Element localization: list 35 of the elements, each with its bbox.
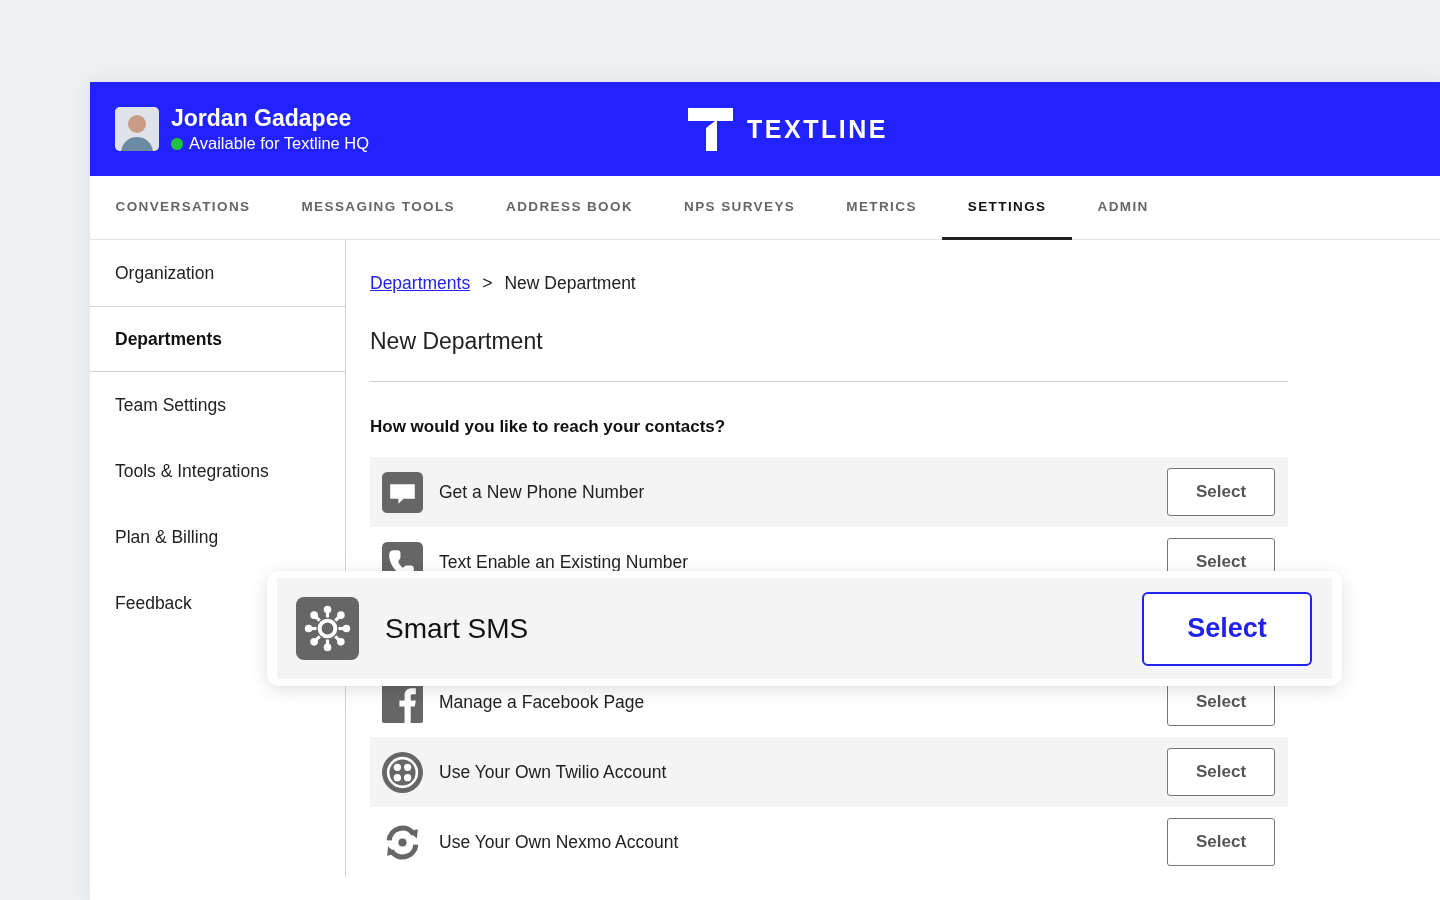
nav-tab[interactable]: MESSAGING TOOLS (275, 176, 481, 240)
network-hub-icon (296, 597, 359, 660)
nav-tab[interactable]: ADDRESS BOOK (480, 176, 659, 240)
nav-tab[interactable]: NPS SURVEYS (658, 176, 821, 240)
avatar (115, 107, 159, 151)
logo-text: TEXTLINE (747, 114, 888, 144)
option-label: Get a New Phone Number (439, 481, 646, 503)
select-button[interactable]: Select (1167, 818, 1275, 866)
sidebar-item[interactable]: Organization (90, 240, 345, 306)
chat-bubble-icon (382, 471, 423, 513)
breadcrumb-current: New Department (504, 273, 636, 294)
option-label: Text Enable an Existing Number (439, 551, 690, 573)
user-name: Jordan Gadapee (171, 105, 353, 132)
breadcrumb-link[interactable]: Departments (370, 273, 471, 294)
twilio-icon (382, 751, 423, 793)
sidebar-item[interactable]: Team Settings (90, 372, 345, 438)
nav-tab[interactable]: ADMIN (1072, 176, 1175, 240)
nav-tab[interactable]: METRICS (820, 176, 943, 240)
page-title: New Department (370, 328, 544, 355)
logo-icon (688, 107, 734, 151)
select-button[interactable]: Select (1167, 748, 1275, 796)
option-label: Use Your Own Nexmo Account (439, 831, 680, 853)
select-button[interactable]: Select (1142, 591, 1312, 666)
sidebar-item[interactable]: Plan & Billing (90, 504, 345, 570)
user-status: Available for Textline HQ (189, 134, 370, 153)
option-label: Manage a Facebook Page (439, 691, 646, 713)
nav-tab[interactable]: SETTINGS (942, 176, 1072, 240)
nav-tab[interactable]: CONVERSATIONS (90, 176, 276, 240)
option-label: Smart SMS (385, 612, 530, 645)
sidebar-item[interactable]: Tools & Integrations (90, 438, 345, 504)
breadcrumb-separator: > (482, 273, 493, 294)
question-text: How would you like to reach your contacts? (370, 417, 727, 437)
sidebar-item[interactable]: Departments (90, 306, 345, 372)
select-button[interactable]: Select (1167, 468, 1275, 516)
option-label: Use Your Own Twilio Account (439, 761, 668, 783)
